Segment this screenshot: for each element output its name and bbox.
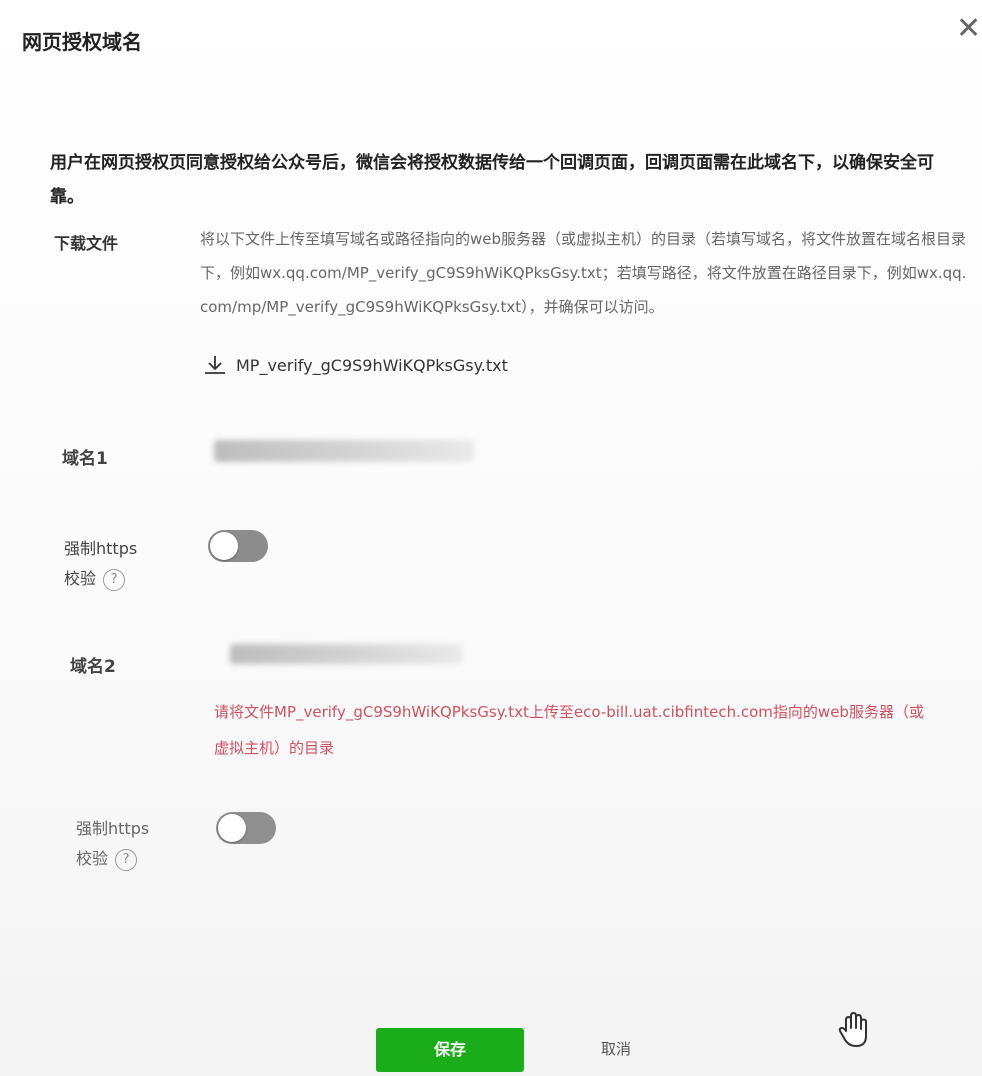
download-file-link[interactable]: MP_verify_gC9S9hWiKQPksGsy.txt	[202, 354, 508, 376]
https1-label: 强制https 校验 ?	[64, 534, 137, 594]
https2-label-line2: 校验	[76, 849, 109, 868]
https1-label-line2: 校验	[64, 569, 97, 588]
download-icon	[205, 356, 225, 374]
dialog-title: 网页授权域名	[22, 30, 142, 54]
domain1-input[interactable]	[214, 440, 474, 462]
toggle-knob	[218, 814, 246, 842]
domain2-label: 域名2	[70, 657, 116, 677]
download-file-name: MP_verify_gC9S9hWiKQPksGsy.txt	[236, 355, 508, 375]
help-icon[interactable]: ?	[103, 568, 126, 591]
intro-text: 用户在网页授权页同意授权给公众号后，微信会将授权数据传给一个回调页面，回调页面需…	[50, 153, 934, 207]
download-file-label: 下载文件	[54, 234, 119, 253]
toggle-knob	[210, 532, 238, 560]
help-icon[interactable]: ?	[115, 848, 138, 871]
save-button[interactable]: 保存	[376, 1028, 524, 1072]
domain2-input[interactable]	[230, 644, 462, 664]
download-description: 将以下文件上传至填写域名或路径指向的web服务器（或虚拟主机）的目录（若填写域名…	[200, 230, 967, 316]
domain1-label: 域名1	[62, 449, 108, 469]
https1-label-line1: 强制https	[64, 539, 138, 558]
https2-label-line1: 强制https	[76, 819, 150, 838]
https1-toggle[interactable]	[208, 530, 268, 562]
https2-toggle[interactable]	[216, 812, 276, 844]
https2-label: 强制https 校验 ?	[76, 814, 149, 874]
domain2-error-message: 请将文件MP_verify_gC9S9hWiKQPksGsy.txt上传至eco…	[214, 703, 924, 757]
hand-cursor-icon	[838, 1012, 867, 1047]
domain-auth-dialog: 网页授权域名 ✕ 用户在网页授权页同意授权给公众号后，微信会将授权数据传给一个回…	[0, 0, 982, 1076]
cancel-button[interactable]: 取消	[596, 1036, 636, 1062]
close-icon[interactable]: ✕	[956, 14, 982, 44]
